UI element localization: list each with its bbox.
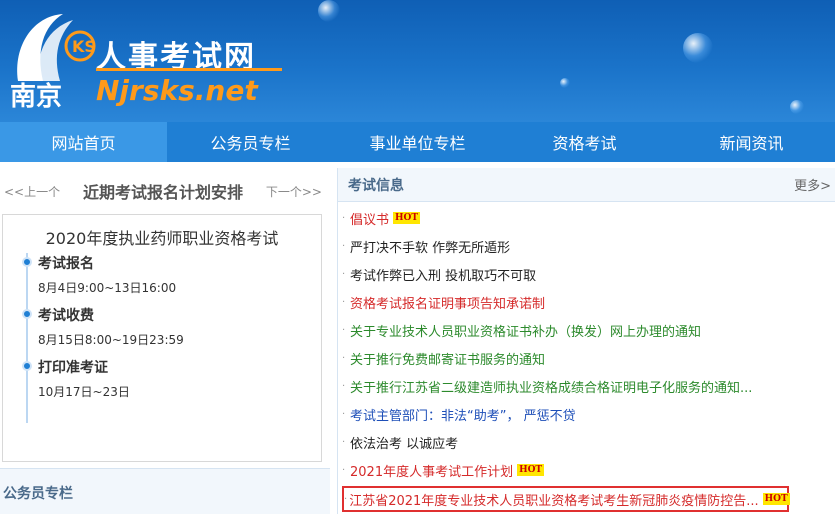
title-underline bbox=[96, 68, 282, 71]
schedule-panel: <<上一个 近期考试报名计划安排 下一个>> 2020年度执业药师职业资格考试 … bbox=[0, 168, 330, 462]
news-link[interactable]: 2021年度人事考试工作计划 bbox=[350, 461, 513, 480]
prev-button[interactable]: <<上一个 bbox=[4, 183, 60, 200]
timeline-dot-icon bbox=[22, 309, 32, 319]
news-item[interactable]: · 严打决不手软 作弊无所遁形 bbox=[338, 232, 835, 260]
decorative-bubble bbox=[790, 100, 804, 114]
bullet-icon: · bbox=[344, 493, 348, 505]
main-nav: 网站首页 公务员专栏 事业单位专栏 资格考试 新闻资讯 bbox=[0, 122, 835, 162]
news-link[interactable]: 资格考试报名证明事项告知承诺制 bbox=[350, 293, 545, 312]
news-item[interactable]: · 2021年度人事考试工作计划 HOT bbox=[338, 456, 835, 484]
news-header: 考试信息 更多> bbox=[338, 168, 835, 202]
bullet-icon: · bbox=[342, 464, 346, 476]
bullet-icon: · bbox=[342, 268, 346, 280]
news-link[interactable]: 关于推行免费邮寄证书服务的通知 bbox=[350, 349, 545, 368]
timeline-line bbox=[26, 253, 28, 423]
step-label: 考试收费 bbox=[38, 308, 94, 324]
news-link[interactable]: 考试主管部门：非法“助考”， 严惩不贷 bbox=[350, 405, 576, 424]
news-item-highlighted[interactable]: · 江苏省2021年度专业技术人员职业资格考试考生新冠肺炎疫情防控告... HO… bbox=[342, 486, 790, 512]
news-link[interactable]: 关于专业技术人员职业资格证书补办（换发）网上办理的通知 bbox=[350, 321, 701, 340]
news-link[interactable]: 关于推行江苏省二级建造师执业资格成绩合格证明电子化服务的通知... bbox=[350, 377, 752, 396]
news-list: · 倡议书 HOT · 严打决不手软 作弊无所遁形 · 考试作弊已入刑 投机取巧… bbox=[338, 202, 835, 512]
bullet-icon: · bbox=[342, 436, 346, 448]
news-item[interactable]: · 考试主管部门：非法“助考”， 严惩不贷 bbox=[338, 400, 835, 428]
news-link[interactable]: 倡议书 bbox=[350, 209, 389, 228]
decorative-bubble bbox=[560, 78, 570, 88]
more-link[interactable]: 更多> bbox=[794, 175, 831, 194]
nav-item-civil-servant[interactable]: 公务员专栏 bbox=[167, 122, 334, 162]
timeline-dot-icon bbox=[22, 257, 32, 267]
bullet-icon: · bbox=[342, 296, 346, 308]
bullet-icon: · bbox=[342, 212, 346, 224]
bullet-icon: · bbox=[342, 324, 346, 336]
schedule-title: 近期考试报名计划安排 bbox=[82, 183, 243, 202]
decorative-bubble bbox=[318, 0, 340, 22]
bullet-icon: · bbox=[342, 380, 346, 392]
news-item[interactable]: · 考试作弊已入刑 投机取巧不可取 bbox=[338, 260, 835, 288]
decorative-bubble bbox=[683, 33, 713, 63]
exam-name: 2020年度执业药师职业资格考试 bbox=[45, 229, 279, 248]
news-link[interactable]: 考试作弊已入刑 投机取巧不可取 bbox=[350, 265, 536, 284]
step-time: 10月17日~23日 bbox=[38, 385, 130, 399]
news-item[interactable]: · 关于推行免费邮寄证书服务的通知 bbox=[338, 344, 835, 372]
civil-servant-section-header: 公务员专栏 bbox=[0, 468, 330, 514]
news-item[interactable]: · 倡议书 HOT bbox=[338, 204, 835, 232]
site-header: KS 人事考试网 南京 Njrsks.net bbox=[0, 0, 835, 122]
exam-news-panel: 考试信息 更多> · 倡议书 HOT · 严打决不手软 作弊无所遁形 · 考试作… bbox=[337, 168, 835, 514]
nav-item-public-institution[interactable]: 事业单位专栏 bbox=[334, 122, 501, 162]
news-title: 考试信息 bbox=[348, 177, 404, 194]
nav-item-home[interactable]: 网站首页 bbox=[0, 122, 167, 162]
step-time: 8月4日9:00~13日16:00 bbox=[38, 281, 177, 295]
step-label: 考试报名 bbox=[38, 256, 94, 272]
step-label: 打印准考证 bbox=[38, 360, 108, 376]
section-title[interactable]: 公务员专栏 bbox=[3, 483, 73, 503]
next-button[interactable]: 下一个>> bbox=[266, 183, 322, 200]
nav-item-qualification-exam[interactable]: 资格考试 bbox=[501, 122, 668, 162]
bullet-icon: · bbox=[342, 408, 346, 420]
hot-badge: HOT bbox=[762, 493, 790, 505]
news-link[interactable]: 依法治考 以诚应考 bbox=[350, 433, 458, 452]
step-time: 8月15日8:00~19日23:59 bbox=[38, 333, 184, 347]
news-item[interactable]: · 关于专业技术人员职业资格证书补办（换发）网上办理的通知 bbox=[338, 316, 835, 344]
schedule-card: 2020年度执业药师职业资格考试 考试报名 8月4日9:00~13日16:00 … bbox=[2, 214, 322, 462]
logo-letters: KS bbox=[72, 37, 96, 56]
bullet-icon: · bbox=[342, 240, 346, 252]
city-name: 南京 bbox=[10, 82, 63, 112]
news-link[interactable]: 严打决不手软 作弊无所遁形 bbox=[350, 237, 510, 256]
nav-item-news[interactable]: 新闻资讯 bbox=[668, 122, 835, 162]
timeline-dot-icon bbox=[22, 361, 32, 371]
news-link[interactable]: 江苏省2021年度专业技术人员职业资格考试考生新冠肺炎疫情防控告... bbox=[349, 490, 758, 509]
hot-badge: HOT bbox=[393, 212, 421, 224]
schedule-header: <<上一个 近期考试报名计划安排 下一个>> bbox=[0, 168, 330, 214]
hot-badge: HOT bbox=[517, 464, 545, 476]
news-item[interactable]: · 依法治考 以诚应考 bbox=[338, 428, 835, 456]
news-item[interactable]: · 资格考试报名证明事项告知承诺制 bbox=[338, 288, 835, 316]
site-domain: Njrsks.net bbox=[96, 74, 258, 107]
bullet-icon: · bbox=[342, 352, 346, 364]
news-item[interactable]: · 关于推行江苏省二级建造师执业资格成绩合格证明电子化服务的通知... bbox=[338, 372, 835, 400]
